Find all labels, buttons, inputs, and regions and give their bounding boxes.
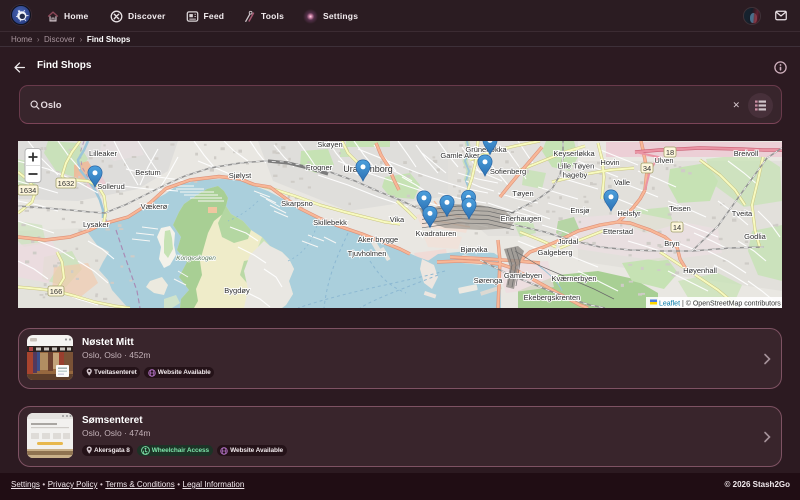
svg-text:Galgeberg: Galgeberg bbox=[537, 248, 572, 257]
svg-text:Bestum: Bestum bbox=[135, 168, 160, 177]
svg-text:Lille Tøyen: Lille Tøyen bbox=[558, 162, 595, 171]
svg-text:hageby: hageby bbox=[563, 171, 588, 180]
svg-text:Frogner: Frogner bbox=[306, 163, 333, 172]
svg-text:Tøyen: Tøyen bbox=[512, 189, 533, 198]
svg-text:Bjørvika: Bjørvika bbox=[460, 245, 488, 254]
svg-text:Bygdøy: Bygdøy bbox=[224, 286, 250, 295]
svg-text:Lysaker: Lysaker bbox=[83, 220, 109, 229]
svg-text:Sofienberg: Sofienberg bbox=[490, 167, 526, 176]
svg-text:Kvadraturen: Kvadraturen bbox=[416, 229, 457, 238]
svg-text:Kongeskogen: Kongeskogen bbox=[176, 255, 216, 262]
svg-text:Ensjø: Ensjø bbox=[570, 206, 590, 215]
svg-text:Tveita: Tveita bbox=[732, 209, 753, 218]
svg-text:Jordal: Jordal bbox=[558, 237, 579, 246]
svg-text:Sørenga: Sørenga bbox=[474, 276, 504, 285]
svg-text:Vækerø: Vækerø bbox=[141, 202, 168, 211]
svg-text:Valle: Valle bbox=[614, 178, 630, 187]
svg-text:Bryn: Bryn bbox=[664, 239, 679, 248]
svg-text:1632: 1632 bbox=[58, 179, 75, 188]
svg-text:166: 166 bbox=[50, 287, 63, 296]
svg-text:34: 34 bbox=[643, 164, 651, 173]
svg-text:Teisen: Teisen bbox=[669, 204, 691, 213]
svg-text:Sjølyst: Sjølyst bbox=[229, 171, 252, 180]
svg-text:Keyserløkka: Keyserløkka bbox=[553, 149, 595, 158]
svg-text:18: 18 bbox=[666, 148, 674, 157]
svg-text:Gamle Aker: Gamle Aker bbox=[440, 151, 480, 160]
svg-text:Tjuvholmen: Tjuvholmen bbox=[348, 249, 387, 258]
svg-text:Enerhaugen: Enerhaugen bbox=[501, 214, 542, 223]
svg-text:Etterstad: Etterstad bbox=[603, 227, 633, 236]
svg-text:Lilleaker: Lilleaker bbox=[89, 149, 117, 158]
svg-text:Hovin: Hovin bbox=[600, 158, 619, 167]
svg-text:Sollerud: Sollerud bbox=[97, 182, 125, 191]
svg-text:Godlia: Godlia bbox=[744, 232, 767, 241]
svg-text:Kværnerbyen: Kværnerbyen bbox=[551, 274, 596, 283]
svg-text:Ekebergskrenten: Ekebergskrenten bbox=[524, 293, 581, 302]
svg-text:Skarpsno: Skarpsno bbox=[281, 199, 313, 208]
svg-text:1634: 1634 bbox=[20, 186, 37, 195]
svg-text:Leaflet: Leaflet bbox=[659, 301, 680, 308]
svg-text:Høyenhall: Høyenhall bbox=[683, 266, 717, 275]
svg-text:Skillebekk: Skillebekk bbox=[313, 218, 347, 227]
svg-text:Helsfyr: Helsfyr bbox=[617, 209, 641, 218]
svg-text:Breivoll: Breivoll bbox=[734, 149, 759, 158]
svg-text:| © OpenStreetMap contributors: | © OpenStreetMap contributors bbox=[682, 300, 781, 308]
svg-text:Vika: Vika bbox=[390, 215, 405, 224]
svg-text:Aker brygge: Aker brygge bbox=[358, 235, 398, 244]
svg-text:Gamlebyen: Gamlebyen bbox=[504, 271, 542, 280]
svg-text:14: 14 bbox=[673, 223, 681, 232]
svg-text:Skøyen: Skøyen bbox=[317, 141, 342, 149]
